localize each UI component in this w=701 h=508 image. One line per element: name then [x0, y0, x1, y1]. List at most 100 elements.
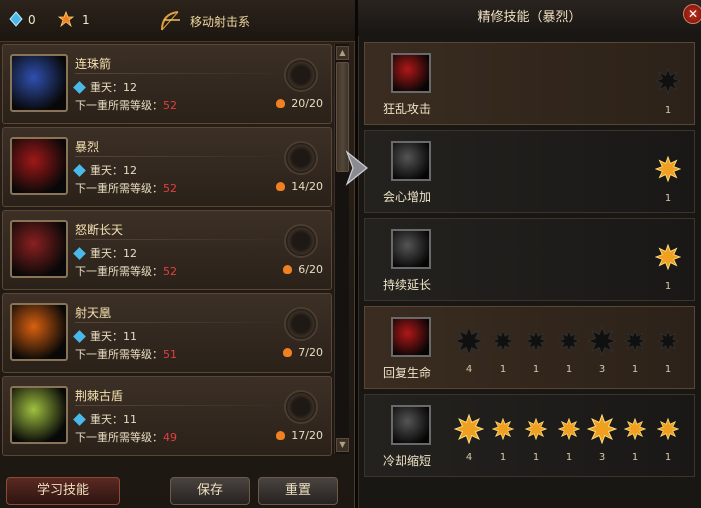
refine-title: 精修技能（暴烈） [358, 0, 701, 36]
scroll-up-button[interactable]: ▲ [336, 46, 349, 60]
skill-icon[interactable] [10, 54, 68, 112]
star-lit-icon[interactable] [454, 414, 484, 444]
star-level: 4 [465, 452, 473, 463]
divider [75, 73, 295, 74]
requirement-value: 52 [163, 265, 177, 278]
level-requirement: 下一重所需等级：51 [75, 346, 177, 362]
skill-name: 荆棘古盾 [75, 389, 124, 403]
divider [75, 156, 295, 157]
scroll-down-button[interactable]: ▼ [336, 438, 349, 452]
skill-progress-text: 20/20 [291, 97, 323, 110]
skill-progress-text: 7/20 [298, 346, 323, 359]
skill-row[interactable]: 射天凰重天：11 下一重所需等级：51 7/20 [2, 293, 332, 373]
star-lit-icon[interactable] [558, 418, 580, 440]
crystal-icon [73, 81, 86, 94]
skill-progress: 17/20 [276, 429, 323, 442]
skill-slot-knob[interactable] [284, 141, 318, 175]
star-lit-icon[interactable] [587, 414, 617, 444]
level-requirement: 下一重所需等级：52 [75, 180, 177, 196]
star-unlit-icon[interactable] [587, 326, 617, 356]
refine-name: 回复生命 [383, 366, 432, 380]
skill-icon[interactable] [10, 386, 68, 444]
flame-icon [276, 99, 286, 108]
star-level: 1 [664, 452, 672, 463]
star-unlit-icon[interactable] [624, 330, 646, 352]
flame-icon [283, 348, 293, 357]
skill-name: 射天凰 [75, 306, 112, 320]
star-lit-icon[interactable] [655, 244, 681, 270]
flame-icon [276, 431, 286, 440]
star-lit-icon[interactable] [525, 418, 547, 440]
skill-row[interactable]: 连珠箭 重天：12 下一重所需等级：52 20/20 [2, 44, 332, 124]
save-button[interactable]: 保存 [170, 477, 250, 505]
scrollbar[interactable]: ▲ ▼ [334, 44, 349, 454]
star-lit-icon[interactable] [624, 418, 646, 440]
skill-level-text: 重天：11 [90, 330, 137, 343]
crystal-icon [73, 164, 86, 177]
sp-crystal-icon [9, 11, 23, 27]
refine-name: 持续延长 [383, 278, 432, 292]
refine-name: 狂乱攻击 [383, 102, 432, 116]
skill-progress: 6/20 [283, 263, 323, 276]
skill-progress-text: 6/20 [298, 263, 323, 276]
skill-level-text: 重天：11 [90, 413, 137, 426]
reset-button[interactable]: 重置 [258, 477, 338, 505]
skill-progress-text: 14/20 [291, 180, 323, 193]
requirement-label: 下一重所需等级： [75, 265, 163, 278]
star-lit-icon[interactable] [655, 156, 681, 182]
refine-icon [391, 229, 431, 269]
star-lit-icon[interactable] [492, 418, 514, 440]
skill-slot-knob[interactable] [284, 224, 318, 258]
skill-name: 暴烈 [75, 140, 100, 154]
star-unlit-icon[interactable] [454, 326, 484, 356]
level-requirement: 下一重所需等级：52 [75, 263, 177, 279]
star-level: 1 [664, 281, 672, 292]
requirement-value: 52 [163, 99, 177, 112]
skill-level: 重天：12 [73, 162, 137, 178]
resource-count-2: 1 [82, 13, 90, 27]
star-unlit-icon[interactable] [657, 330, 679, 352]
skill-name: 连珠箭 [75, 57, 112, 71]
star-level: 3 [598, 452, 606, 463]
star-unlit-icon[interactable] [655, 68, 681, 94]
requirement-label: 下一重所需等级： [75, 431, 163, 444]
star-unlit-icon[interactable] [525, 330, 547, 352]
tp-flame-icon [58, 11, 74, 27]
divider [75, 239, 295, 240]
star-level: 1 [499, 452, 507, 463]
skill-level: 重天：12 [73, 245, 137, 261]
skill-row[interactable]: 暴烈重天：12 下一重所需等级：52 14/20 [2, 127, 332, 207]
skill-panel-header: 0 1 移动射击系 [0, 0, 355, 42]
learn-skill-button[interactable]: 学习技能 [6, 477, 120, 505]
skill-level: 重天：11 [73, 411, 137, 427]
bow-icon [161, 11, 180, 31]
crystal-icon [73, 413, 86, 426]
star-level: 1 [565, 452, 573, 463]
skill-row[interactable]: 荆棘古盾 重天：11 下一重所需等级：49 17/20 [2, 376, 332, 456]
star-level: 1 [664, 193, 672, 204]
star-unlit-icon[interactable] [492, 330, 514, 352]
requirement-value: 52 [163, 182, 177, 195]
skill-list: 连珠箭 重天：12 下一重所需等级：52 20/20 暴烈 重天：12 下一重所需等级：52… [0, 44, 334, 456]
skill-icon[interactable] [10, 303, 68, 361]
skill-row[interactable]: 怒断长天 重天：12 下一重所需等级：52 6/20 [2, 210, 332, 290]
requirement-label: 下一重所需等级： [75, 348, 163, 361]
skill-icon[interactable] [10, 137, 68, 195]
refine-icon [391, 141, 431, 181]
pointer-arrow-icon [345, 150, 368, 186]
refine-name: 冷却缩短 [383, 454, 432, 468]
star-unlit-icon[interactable] [558, 330, 580, 352]
star-level: 1 [631, 452, 639, 463]
skill-icon[interactable] [10, 220, 68, 278]
resource-count-1: 0 [28, 13, 36, 27]
skill-slot-knob[interactable] [284, 58, 318, 92]
star-level: 4 [465, 364, 473, 375]
skill-slot-knob[interactable] [284, 390, 318, 424]
skill-slot-knob[interactable] [284, 307, 318, 341]
class-title: 移动射击系 [190, 15, 251, 29]
close-button[interactable]: ✕ [683, 4, 701, 24]
star-lit-icon[interactable] [657, 418, 679, 440]
skill-level: 重天：11 [73, 328, 137, 344]
refine-icon [391, 53, 431, 93]
refine-row: 持续延长 1 [364, 218, 695, 301]
